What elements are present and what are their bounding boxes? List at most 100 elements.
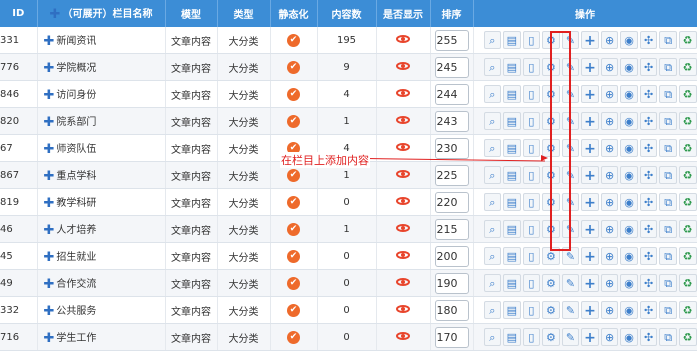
sort-input[interactable]	[434, 29, 469, 51]
expand-icon[interactable]: ✚	[44, 61, 55, 76]
mobile-icon[interactable]: ▯	[522, 328, 541, 346]
globe-icon[interactable]: ◉	[620, 193, 638, 211]
expand-icon[interactable]: ✚	[44, 304, 55, 319]
recycle-icon[interactable]: ♻	[678, 301, 696, 319]
add-icon[interactable]: +	[581, 31, 599, 49]
gear-icon[interactable]: ⚙	[542, 193, 560, 211]
move-icon[interactable]: ✣	[639, 328, 658, 346]
expand-icon[interactable]: ✚	[44, 88, 55, 103]
check-icon[interactable]: ✔	[287, 249, 300, 263]
search-icon[interactable]: ⌕	[483, 193, 502, 211]
row-name[interactable]: ✚ 师资队伍	[37, 134, 166, 162]
list-icon[interactable]: ▤	[503, 139, 521, 157]
expand-all-icon[interactable]: ✚	[50, 7, 61, 22]
recycle-icon[interactable]: ♻	[678, 274, 696, 292]
search-icon[interactable]: ⌕	[483, 301, 502, 319]
copy-icon[interactable]: ⧉	[659, 247, 677, 265]
sort-input[interactable]	[434, 326, 469, 348]
add-content-icon[interactable]: ⊕	[600, 112, 619, 130]
gear-icon[interactable]: ⚙	[542, 58, 560, 76]
move-icon[interactable]: ✣	[639, 247, 658, 265]
eye-icon[interactable]	[396, 196, 410, 205]
copy-icon[interactable]: ⧉	[659, 166, 677, 184]
list-icon[interactable]: ▤	[503, 274, 521, 292]
eye-icon[interactable]	[396, 142, 410, 151]
list-icon[interactable]: ▤	[503, 328, 521, 346]
row-sort[interactable]	[430, 161, 474, 189]
move-icon[interactable]: ✣	[639, 166, 658, 184]
check-icon[interactable]: ✔	[287, 60, 300, 74]
row-sort[interactable]	[430, 134, 474, 162]
globe-icon[interactable]: ◉	[620, 247, 638, 265]
check-icon[interactable]: ✔	[287, 87, 300, 101]
sort-input[interactable]	[434, 272, 469, 294]
row-static[interactable]: ✔	[270, 242, 318, 270]
list-icon[interactable]: ▤	[503, 220, 521, 238]
add-icon[interactable]: +	[581, 328, 599, 346]
row-visible[interactable]	[376, 269, 431, 297]
row-visible[interactable]	[376, 107, 431, 135]
eye-icon[interactable]	[396, 331, 410, 340]
expand-icon[interactable]: ✚	[44, 142, 55, 157]
mobile-icon[interactable]: ▯	[522, 193, 541, 211]
recycle-icon[interactable]: ♻	[678, 85, 696, 103]
row-static[interactable]: ✔	[270, 107, 318, 135]
gear-icon[interactable]: ⚙	[542, 301, 560, 319]
expand-icon[interactable]: ✚	[44, 169, 55, 184]
expand-icon[interactable]: ✚	[44, 115, 55, 130]
row-name[interactable]: ✚ 教学科研	[37, 188, 166, 216]
globe-icon[interactable]: ◉	[620, 301, 638, 319]
mobile-icon[interactable]: ▯	[522, 112, 541, 130]
sort-input[interactable]	[434, 137, 469, 159]
search-icon[interactable]: ⌕	[483, 274, 502, 292]
move-icon[interactable]: ✣	[639, 85, 658, 103]
edit-icon[interactable]: ✎	[561, 166, 580, 184]
mobile-icon[interactable]: ▯	[522, 31, 541, 49]
recycle-icon[interactable]: ♻	[678, 193, 696, 211]
eye-icon[interactable]	[396, 304, 410, 313]
copy-icon[interactable]: ⧉	[659, 274, 677, 292]
row-static[interactable]: ✔	[270, 323, 318, 351]
add-content-icon[interactable]: ⊕	[600, 58, 619, 76]
add-content-icon[interactable]: ⊕	[600, 31, 619, 49]
row-visible[interactable]	[376, 188, 431, 216]
globe-icon[interactable]: ◉	[620, 328, 638, 346]
copy-icon[interactable]: ⧉	[659, 58, 677, 76]
eye-icon[interactable]	[396, 61, 410, 70]
list-icon[interactable]: ▤	[503, 301, 521, 319]
col-id[interactable]: ID	[0, 0, 38, 27]
gear-icon[interactable]: ⚙	[542, 85, 560, 103]
check-icon[interactable]: ✔	[287, 168, 300, 182]
move-icon[interactable]: ✣	[639, 193, 658, 211]
globe-icon[interactable]: ◉	[620, 58, 638, 76]
search-icon[interactable]: ⌕	[483, 139, 502, 157]
edit-icon[interactable]: ✎	[561, 112, 580, 130]
add-icon[interactable]: +	[581, 193, 599, 211]
mobile-icon[interactable]: ▯	[522, 85, 541, 103]
sort-input[interactable]	[434, 191, 469, 213]
edit-icon[interactable]: ✎	[561, 193, 580, 211]
move-icon[interactable]: ✣	[639, 58, 658, 76]
add-content-icon[interactable]: ⊕	[600, 139, 619, 157]
add-content-icon[interactable]: ⊕	[600, 301, 619, 319]
list-icon[interactable]: ▤	[503, 112, 521, 130]
move-icon[interactable]: ✣	[639, 139, 658, 157]
edit-icon[interactable]: ✎	[561, 247, 580, 265]
copy-icon[interactable]: ⧉	[659, 328, 677, 346]
search-icon[interactable]: ⌕	[483, 112, 502, 130]
row-sort[interactable]	[430, 53, 474, 81]
row-name[interactable]: ✚ 合作交流	[37, 269, 166, 297]
row-name[interactable]: ✚ 学生工作	[37, 323, 166, 351]
eye-icon[interactable]	[396, 223, 410, 232]
add-content-icon[interactable]: ⊕	[600, 166, 619, 184]
add-content-icon[interactable]: ⊕	[600, 274, 619, 292]
mobile-icon[interactable]: ▯	[522, 220, 541, 238]
move-icon[interactable]: ✣	[639, 31, 658, 49]
copy-icon[interactable]: ⧉	[659, 220, 677, 238]
add-icon[interactable]: +	[581, 301, 599, 319]
search-icon[interactable]: ⌕	[483, 247, 502, 265]
copy-icon[interactable]: ⧉	[659, 31, 677, 49]
expand-icon[interactable]: ✚	[44, 250, 55, 265]
search-icon[interactable]: ⌕	[483, 85, 502, 103]
add-icon[interactable]: +	[581, 58, 599, 76]
